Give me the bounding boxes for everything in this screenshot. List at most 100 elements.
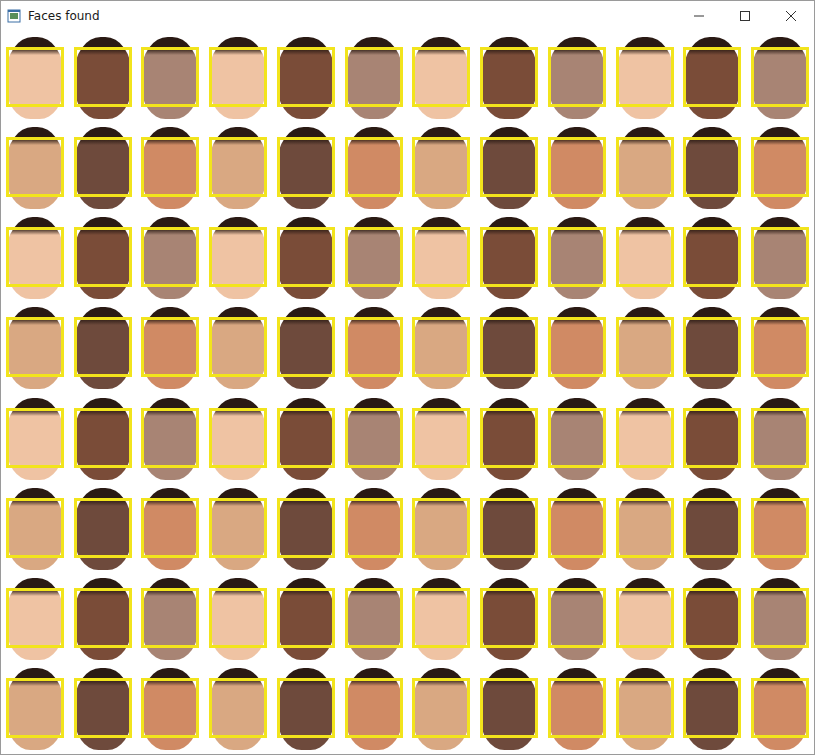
detection-box — [141, 408, 199, 468]
detection-box — [209, 498, 267, 558]
detection-box — [74, 408, 132, 468]
face-cell — [611, 484, 679, 574]
detection-box — [616, 678, 674, 738]
face-cell — [69, 574, 137, 664]
detection-box — [74, 678, 132, 738]
detection-box — [548, 408, 606, 468]
detection-box — [616, 408, 674, 468]
face-cell — [69, 123, 137, 213]
detection-box — [412, 317, 470, 377]
detection-box — [616, 317, 674, 377]
window-controls — [676, 1, 814, 31]
face-cell — [69, 484, 137, 574]
detection-box — [548, 498, 606, 558]
detection-box — [345, 227, 403, 287]
face-cell — [137, 33, 205, 123]
face-cell — [475, 123, 543, 213]
face-cell — [611, 394, 679, 484]
face-cell — [272, 394, 340, 484]
detection-box — [74, 227, 132, 287]
detection-box — [548, 227, 606, 287]
detection-box — [6, 678, 64, 738]
detection-box — [683, 408, 741, 468]
detection-box — [6, 317, 64, 377]
detection-box — [209, 137, 267, 197]
face-row — [1, 213, 814, 303]
face-cell — [1, 664, 69, 754]
face-cell — [543, 33, 611, 123]
face-cell — [611, 303, 679, 393]
face-cell — [679, 123, 747, 213]
face-cell — [543, 303, 611, 393]
face-cell — [475, 664, 543, 754]
face-cell — [204, 303, 272, 393]
detection-box — [480, 498, 538, 558]
detection-box — [751, 317, 809, 377]
face-cell — [204, 33, 272, 123]
detection-box — [751, 227, 809, 287]
maximize-icon — [740, 11, 750, 21]
detection-box — [141, 47, 199, 107]
detection-box — [412, 408, 470, 468]
detection-box — [751, 47, 809, 107]
face-cell — [746, 484, 814, 574]
detection-box — [480, 227, 538, 287]
face-cell — [408, 664, 476, 754]
detection-box — [751, 408, 809, 468]
detection-box — [277, 317, 335, 377]
detection-box — [74, 498, 132, 558]
face-cell — [204, 213, 272, 303]
detection-box — [345, 137, 403, 197]
detection-box — [74, 47, 132, 107]
face-cell — [408, 213, 476, 303]
detection-box — [345, 317, 403, 377]
face-cell — [137, 123, 205, 213]
detection-box — [277, 137, 335, 197]
face-cell — [272, 213, 340, 303]
detection-box — [277, 408, 335, 468]
detection-box — [74, 317, 132, 377]
detection-box — [616, 498, 674, 558]
detection-box — [548, 137, 606, 197]
detection-box — [616, 588, 674, 648]
face-cell — [137, 394, 205, 484]
minimize-icon — [694, 11, 704, 21]
face-cell — [340, 484, 408, 574]
face-cell — [340, 394, 408, 484]
detection-box — [683, 317, 741, 377]
detection-box — [412, 588, 470, 648]
detection-box — [480, 137, 538, 197]
face-row — [1, 664, 814, 754]
face-row — [1, 484, 814, 574]
face-cell — [543, 664, 611, 754]
minimize-button[interactable] — [676, 1, 722, 31]
detection-box — [751, 137, 809, 197]
detection-box — [345, 678, 403, 738]
detection-box — [6, 408, 64, 468]
face-cell — [1, 213, 69, 303]
face-cell — [679, 394, 747, 484]
detection-box — [209, 678, 267, 738]
detection-box — [345, 408, 403, 468]
face-cell — [746, 574, 814, 664]
window: Faces found — [0, 0, 815, 755]
detection-box — [683, 227, 741, 287]
detection-box — [6, 498, 64, 558]
face-row — [1, 574, 814, 664]
detection-box — [277, 47, 335, 107]
detection-box — [277, 678, 335, 738]
face-cell — [408, 394, 476, 484]
detection-box — [141, 137, 199, 197]
close-button[interactable] — [768, 1, 814, 31]
maximize-button[interactable] — [722, 1, 768, 31]
detection-box — [141, 588, 199, 648]
detection-box — [683, 588, 741, 648]
face-cell — [611, 213, 679, 303]
detection-box — [412, 227, 470, 287]
face-cell — [1, 484, 69, 574]
detection-box — [751, 588, 809, 648]
detection-box — [616, 47, 674, 107]
face-cell — [137, 574, 205, 664]
detection-box — [209, 408, 267, 468]
face-cell — [272, 303, 340, 393]
